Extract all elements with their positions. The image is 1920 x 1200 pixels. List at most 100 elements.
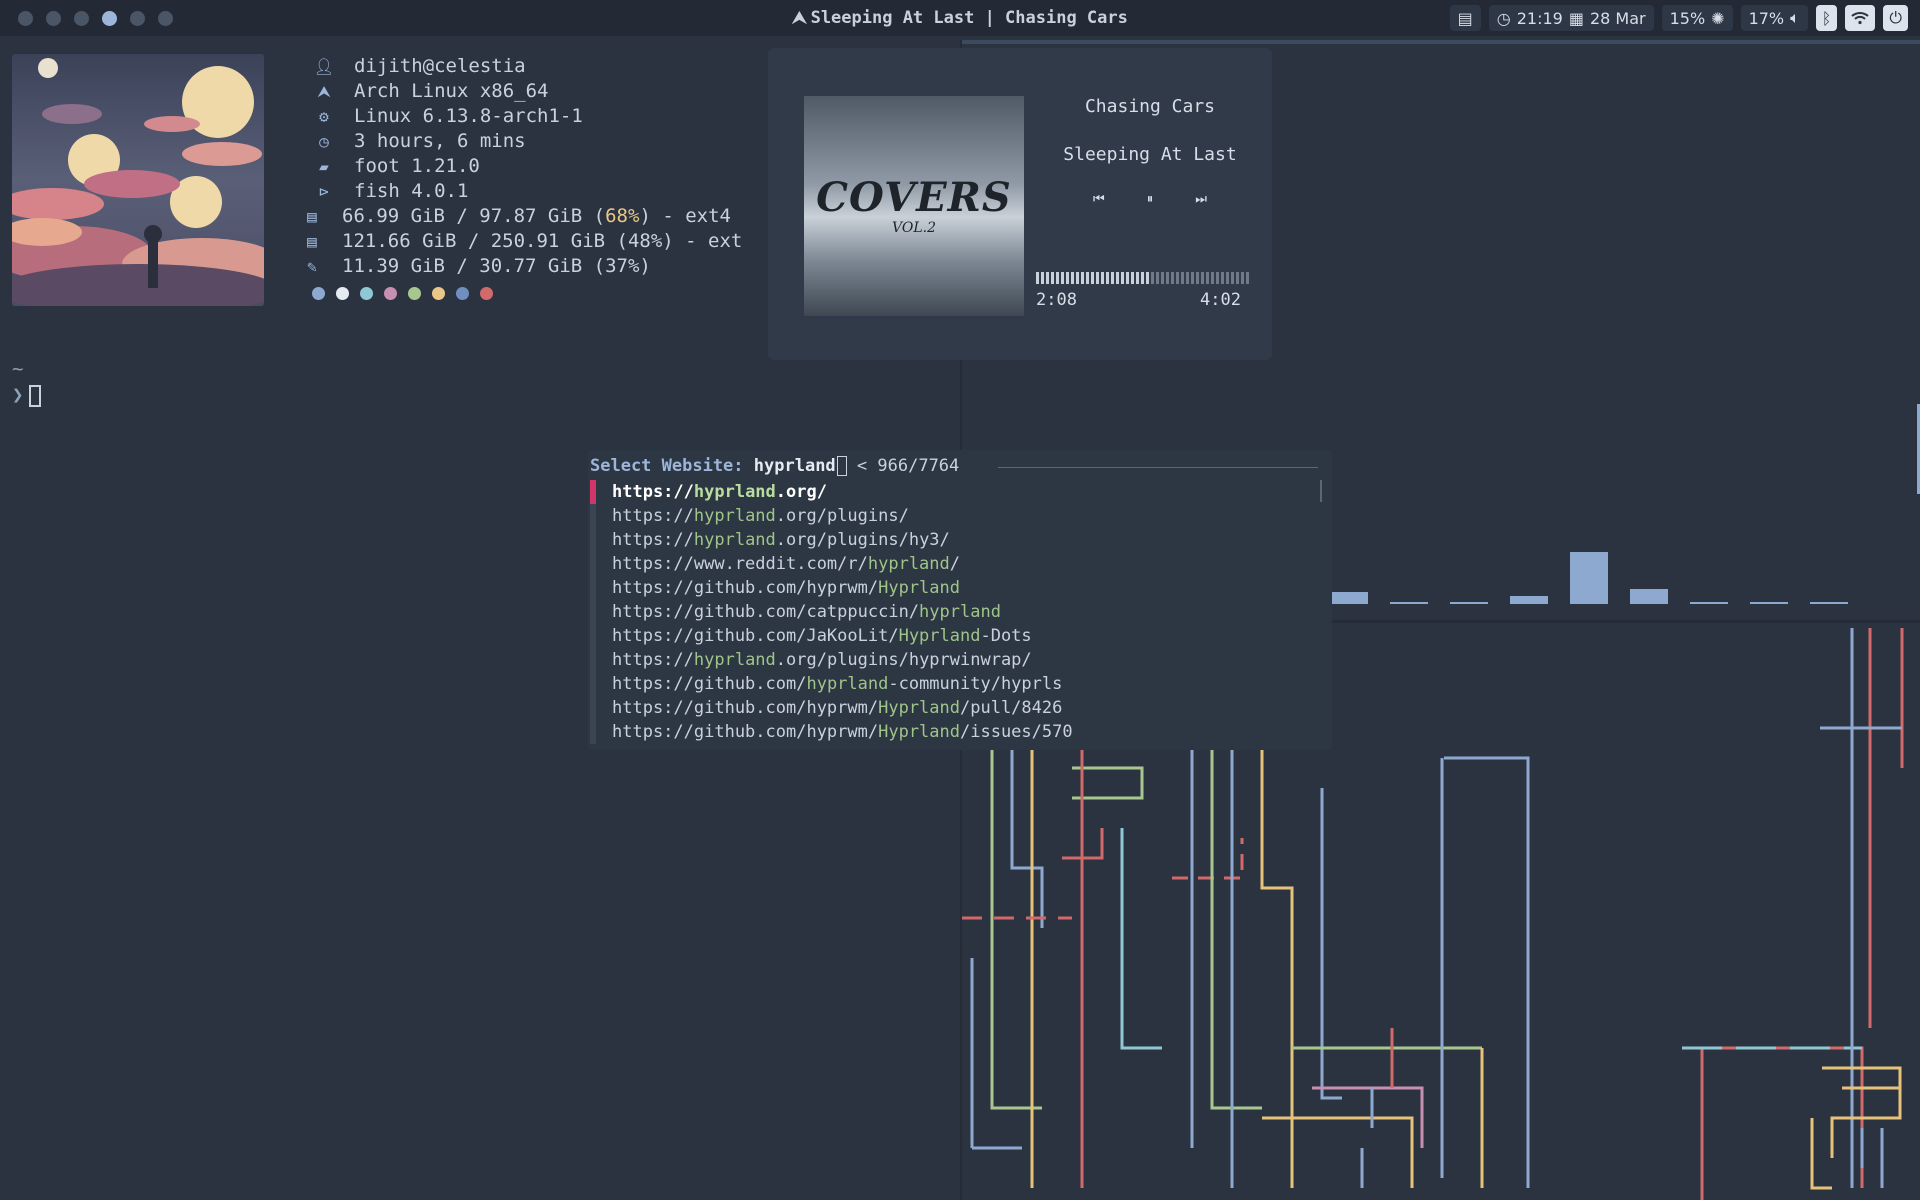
info-value: ) - ext4 (639, 205, 731, 227)
brightness-widget[interactable]: 15% ✺ (1661, 5, 1733, 31)
terminal-icon: ▰ (319, 157, 329, 176)
result-text: https:// (612, 650, 694, 670)
launcher-result[interactable]: https://www.reddit.com/r/hyprland/ (588, 552, 1332, 576)
result-match-highlight: hyprland (693, 530, 776, 550)
launcher-header: Select Website: hyprland < 966/7764 (590, 456, 959, 476)
disk-icon: ▤ (307, 207, 317, 226)
visualizer-bar (1330, 591, 1368, 604)
bluetooth-icon[interactable]: ᛒ (1815, 5, 1838, 31)
clock-icon: ◷ (319, 132, 329, 151)
info-row-terminal: ▰ foot 1.21.0 (312, 154, 742, 179)
palette-dot (360, 287, 373, 300)
palette-dot (336, 287, 349, 300)
album-art-title: COVERS (816, 174, 1012, 221)
visualizer-bar (1750, 601, 1788, 604)
result-text: https://github.com/ (612, 674, 807, 694)
visualizer-bars (1330, 540, 1850, 604)
fetch-wallpaper-image (12, 54, 264, 306)
track-title: Chasing Cars (1084, 96, 1216, 117)
palette-dot (312, 287, 325, 300)
track-progress-bar[interactable] (1036, 272, 1250, 284)
result-match-highlight: hyprland (693, 506, 776, 526)
result-match-highlight: Hyprland (878, 698, 960, 718)
palette-dot (456, 287, 469, 300)
result-text: https://www.reddit.com/r/ (612, 554, 868, 574)
palette-dot (480, 287, 493, 300)
power-icon[interactable]: ⏻ (1883, 5, 1908, 31)
result-text: -community/hyprls (888, 674, 1063, 694)
result-match-highlight: Hyprland (878, 578, 960, 598)
result-text: -Dots (980, 626, 1032, 646)
previous-track-icon[interactable]: ⏮︎ (1093, 192, 1105, 207)
visualizer-bar (1450, 601, 1488, 604)
launcher-result[interactable]: https://hyprland.org/plugins/hy3/ (588, 528, 1332, 552)
album-art: COVERS VOL.2 (804, 96, 1024, 316)
system-info: 👤︎ dijith@celestia ⮝ Arch Linux x86_64 ⚙ Li… (307, 54, 743, 300)
launcher-prompt-label: Select Website: (590, 456, 744, 476)
launcher-search-input[interactable]: hyprland (754, 456, 836, 476)
system-tray: ▤ ◷ 21:19 ▦ 28 Mar 15% ✺ 17% 🔈︎ ᛒ ⏻ (1449, 5, 1908, 31)
prompt-symbol: ❯ (12, 384, 24, 406)
launcher-result[interactable]: https://github.com/hyprwm/Hyprland/issue… (588, 720, 1332, 744)
disk-icon: ▤ (307, 232, 317, 251)
result-match-highlight: Hyprland (898, 626, 981, 646)
volume-widget[interactable]: 17% 🔈︎ (1740, 5, 1808, 31)
text-cursor (836, 456, 847, 476)
info-row-os: ⮝ Arch Linux x86_64 (312, 79, 742, 104)
track-progress-fill (1036, 272, 1150, 284)
next-track-icon[interactable]: ⏭︎ (1195, 192, 1207, 207)
time-label: 21:19 (1516, 8, 1563, 28)
website-launcher: Select Website: hyprland < 966/7764 http… (588, 450, 1332, 750)
result-text: /pull/8426 (960, 698, 1063, 718)
info-row-uptime: ◷ 3 hours, 6 mins (312, 129, 742, 154)
launcher-result[interactable]: https://hyprland.org/plugins/ (588, 504, 1332, 528)
info-value: 121.66 GiB / 250.91 GiB (48%) - ext (342, 230, 743, 252)
launcher-result[interactable]: https://github.com/JaKooLit/Hyprland-Dot… (588, 624, 1332, 648)
visualizer-bar (1630, 588, 1668, 604)
shell-prompt[interactable]: ~ ❯ (12, 356, 42, 408)
wifi-icon[interactable] (1845, 5, 1876, 31)
launcher-result[interactable]: https://hyprland.org/plugins/hyprwinwrap… (588, 648, 1332, 672)
launcher-header-rule (998, 467, 1318, 468)
clock-icon: ◷ (1496, 8, 1511, 28)
track-duration: 4:02 (1200, 290, 1241, 310)
result-text: / (949, 554, 961, 574)
date-label: 28 Mar (1589, 8, 1646, 28)
calendar-icon: ▦ (1568, 8, 1584, 28)
launcher-result-selected[interactable]: https://hyprland.org/ (588, 480, 1332, 504)
clipboard-icon[interactable]: ▤ (1449, 5, 1481, 31)
result-text: https://github.com/hyprwm/ (612, 578, 879, 598)
album-art-subtitle: VOL.2 (892, 220, 936, 236)
visualizer-bar (1570, 551, 1608, 604)
launcher-result[interactable]: https://github.com/hyprwm/Hyprland (588, 576, 1332, 600)
visualizer-bar (1510, 595, 1548, 604)
result-text: .org/ (775, 482, 827, 502)
info-row-shell: ⊳ fish 4.0.1 (312, 179, 742, 204)
track-artist: Sleeping At Last (1063, 144, 1237, 165)
top-bar: ⮝ Sleeping At Last | Chasing Cars ▤ ◷ 21:… (0, 0, 1920, 36)
visualizer-bar (1390, 601, 1428, 604)
playback-controls: ⏮︎ ⏸︎ ⏭︎ (1040, 192, 1260, 207)
pause-icon[interactable]: ⏸︎ (1147, 192, 1154, 207)
result-text: https://github.com/JaKooLit/ (612, 626, 899, 646)
info-value: dijith@celestia (354, 55, 526, 77)
anime-sky-illustration (12, 54, 264, 306)
launcher-result[interactable]: https://github.com/hyprland-community/hy… (588, 672, 1332, 696)
launcher-result[interactable]: https://github.com/catppuccin/hyprland (588, 600, 1332, 624)
prompt-dir: ~ (12, 358, 24, 380)
result-match-highlight: hyprland (693, 650, 776, 670)
music-player-widget: COVERS VOL.2 Chasing Cars Sleeping At La… (768, 48, 1272, 360)
result-match-highlight: hyprland (867, 554, 950, 574)
launcher-results: https://hyprland.org/https://hyprland.or… (588, 480, 1332, 744)
datetime-widget[interactable]: ◷ 21:19 ▦ 28 Mar (1488, 5, 1654, 31)
info-value: foot 1.21.0 (354, 155, 480, 177)
launcher-result[interactable]: https://github.com/hyprwm/Hyprland/pull/… (588, 696, 1332, 720)
info-row-kernel: ⚙ Linux 6.13.8-arch1-1 (312, 104, 742, 129)
result-text: https:// (612, 506, 694, 526)
result-match-highlight: hyprland (919, 602, 1001, 622)
result-match-highlight: hyprland (693, 482, 776, 502)
info-value: fish 4.0.1 (354, 180, 469, 202)
result-match-highlight: Hyprland (878, 722, 960, 742)
arch-icon: ⮝ (317, 82, 331, 101)
result-text: https://github.com/hyprwm/ (612, 698, 879, 718)
